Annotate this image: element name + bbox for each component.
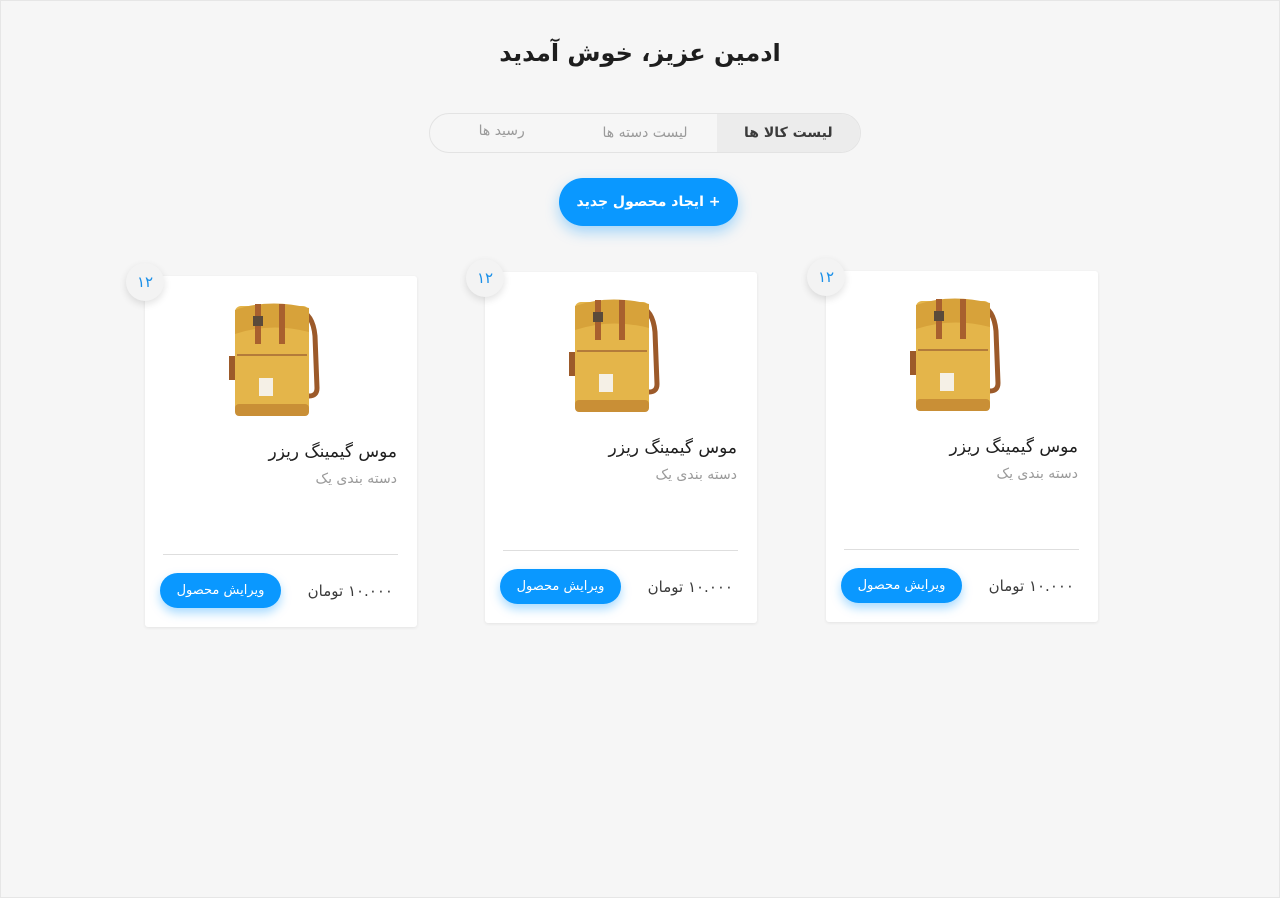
product-count-badge: ۱۲ (807, 258, 845, 296)
product-card: ۱۲ موس گیمینگ ریزر دسته بندی یک ۱۰.۰۰۰ ت… (807, 258, 1098, 622)
product-price: ۱۰.۰۰۰ تومان (307, 582, 393, 600)
product-name: موس گیمینگ ریزر (608, 438, 737, 458)
divider (503, 550, 738, 551)
product-category: دسته بندی یک (315, 471, 397, 487)
product-image (229, 303, 320, 416)
edit-product-button[interactable]: ویرایش محصول (841, 568, 962, 603)
product-card: ۱۲ موس گیمینگ ریزر دسته بندی یک ۱۰.۰۰۰ ت… (126, 263, 417, 627)
tab-bar: لیست کالا ها لیست دسته ها رسید ها (429, 113, 861, 153)
create-product-button[interactable]: + ایجاد محصول جدید (559, 178, 738, 226)
product-image (569, 299, 660, 412)
divider (844, 549, 1079, 550)
product-name: موس گیمینگ ریزر (268, 442, 397, 462)
tab-categories-list[interactable]: لیست دسته ها (573, 114, 716, 152)
tab-receipts[interactable]: رسید ها (430, 114, 573, 152)
product-price: ۱۰.۰۰۰ تومان (988, 577, 1074, 595)
product-category: دسته بندی یک (655, 467, 737, 483)
product-name: موس گیمینگ ریزر (949, 437, 1078, 457)
divider (163, 554, 398, 555)
edit-product-button[interactable]: ویرایش محصول (500, 569, 621, 604)
product-price: ۱۰.۰۰۰ تومان (647, 578, 733, 596)
product-count-badge: ۱۲ (126, 263, 164, 301)
tab-products-list[interactable]: لیست کالا ها (716, 114, 860, 152)
page-title: ادمین عزیز، خوش آمدید (499, 39, 781, 67)
product-count-badge: ۱۲ (466, 259, 504, 297)
product-card: ۱۲ موس گیمینگ ریزر دسته بندی یک ۱۰.۰۰۰ ت… (466, 259, 757, 623)
edit-product-button[interactable]: ویرایش محصول (160, 573, 281, 608)
product-category: دسته بندی یک (996, 466, 1078, 482)
product-image (910, 298, 1001, 411)
